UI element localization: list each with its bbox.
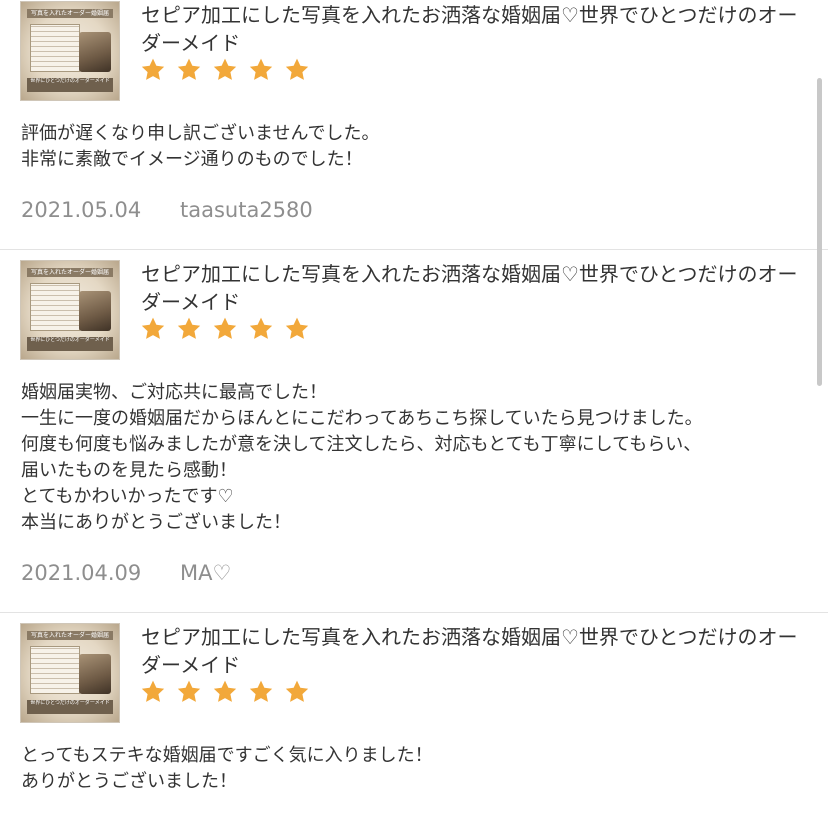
review-comment-line: とてもかわいかったです♡	[21, 486, 234, 507]
star-icon	[177, 58, 201, 80]
star-icon	[285, 680, 309, 702]
thumbnail-couple-photo	[79, 654, 111, 694]
review-item: 写真を入れたオーダー婚姻届 世界にひとつだけのオーダーメイド セピア加工にした写…	[0, 250, 828, 613]
review-list: 写真を入れたオーダー婚姻届 世界にひとつだけのオーダーメイド セピア加工にした写…	[0, 0, 828, 795]
review-header: 写真を入れたオーダー婚姻届 世界にひとつだけのオーダーメイド セピア加工にした写…	[0, 1, 828, 101]
product-title-link[interactable]: セピア加工にした写真を入れたお洒落な婚姻届♡世界でひとつだけのオーダーメイド	[141, 623, 801, 679]
review-comment-line: とってもステキな婚姻届ですごく気に入りました！	[21, 745, 433, 766]
review-comment-line: 一生に一度の婚姻届だからほんとにこだわってあちこち探していたら見つけました。	[21, 408, 703, 429]
thumbnail-couple-photo	[79, 32, 111, 72]
review-comment-line: 本当にありがとうございました！	[21, 512, 291, 533]
star-icon	[141, 317, 165, 339]
review-comment: 評価が遅くなり申し訳ございませんでした。 非常に素敵でイメージ通りのものでした！	[21, 121, 811, 173]
review-item: 写真を入れたオーダー婚姻届 世界にひとつだけのオーダーメイド セピア加工にした写…	[0, 0, 828, 250]
review-meta: 2021.04.09 MA♡	[21, 558, 828, 612]
star-rating	[140, 316, 310, 342]
star-icon	[249, 58, 273, 80]
product-title-link[interactable]: セピア加工にした写真を入れたお洒落な婚姻届♡世界でひとつだけのオーダーメイド	[141, 1, 801, 57]
review-header: 写真を入れたオーダー婚姻届 世界にひとつだけのオーダーメイド セピア加工にした写…	[0, 623, 828, 723]
thumbnail-banner: 写真を入れたオーダー婚姻届	[27, 9, 113, 18]
reviewer-name[interactable]: taasuta2580	[180, 195, 313, 225]
star-rating	[140, 679, 310, 705]
scrollbar-thumb[interactable]	[817, 78, 822, 386]
star-icon	[285, 317, 309, 339]
review-comment: 婚姻届実物、ご対応共に最高でした！ 一生に一度の婚姻届だからほんとにこだわってあち…	[21, 380, 811, 536]
product-thumbnail[interactable]: 写真を入れたオーダー婚姻届 世界にひとつだけのオーダーメイド	[20, 1, 120, 101]
product-title-link[interactable]: セピア加工にした写真を入れたお洒落な婚姻届♡世界でひとつだけのオーダーメイド	[141, 260, 801, 316]
star-icon	[177, 680, 201, 702]
review-meta: 2021.05.04 taasuta2580	[21, 195, 828, 249]
thumbnail-form-image	[30, 646, 80, 694]
review-item: 写真を入れたオーダー婚姻届 世界にひとつだけのオーダーメイド セピア加工にした写…	[0, 613, 828, 795]
review-comment-line: 何度も何度も悩みましたが意を決して注文したら、対応もとても丁寧にしてもらい、	[21, 434, 702, 455]
star-icon	[141, 58, 165, 80]
review-comment: とってもステキな婚姻届ですごく気に入りました！ ありがとうございました！	[21, 743, 811, 795]
star-rating	[140, 57, 310, 83]
review-header: 写真を入れたオーダー婚姻届 世界にひとつだけのオーダーメイド セピア加工にした写…	[0, 260, 828, 360]
star-icon	[177, 317, 201, 339]
star-icon	[249, 317, 273, 339]
thumbnail-form-image	[30, 24, 80, 72]
review-comment-line: 届いたものを見たら感動！	[21, 460, 237, 481]
review-comment-line: 婚姻届実物、ご対応共に最高でした！	[21, 382, 327, 403]
thumbnail-caption: 世界にひとつだけのオーダーメイド	[27, 78, 113, 92]
thumbnail-caption: 世界にひとつだけのオーダーメイド	[27, 337, 113, 351]
star-icon	[213, 58, 237, 80]
thumbnail-banner: 写真を入れたオーダー婚姻届	[27, 268, 113, 277]
star-icon	[249, 680, 273, 702]
star-icon	[213, 317, 237, 339]
review-date: 2021.04.09	[21, 561, 142, 585]
product-thumbnail[interactable]: 写真を入れたオーダー婚姻届 世界にひとつだけのオーダーメイド	[20, 623, 120, 723]
review-comment-line: 非常に素敵でイメージ通りのものでした！	[21, 149, 363, 170]
review-comment-line: ありがとうございました！	[21, 771, 237, 792]
star-icon	[285, 58, 309, 80]
star-icon	[213, 680, 237, 702]
thumbnail-form-image	[30, 283, 80, 331]
thumbnail-couple-photo	[79, 291, 111, 331]
thumbnail-banner: 写真を入れたオーダー婚姻届	[27, 631, 113, 640]
reviewer-name[interactable]: MA♡	[180, 558, 231, 588]
review-date: 2021.05.04	[21, 198, 142, 222]
product-thumbnail[interactable]: 写真を入れたオーダー婚姻届 世界にひとつだけのオーダーメイド	[20, 260, 120, 360]
review-comment-line: 評価が遅くなり申し訳ございませんでした。	[21, 123, 380, 144]
star-icon	[141, 680, 165, 702]
thumbnail-caption: 世界にひとつだけのオーダーメイド	[27, 700, 113, 714]
